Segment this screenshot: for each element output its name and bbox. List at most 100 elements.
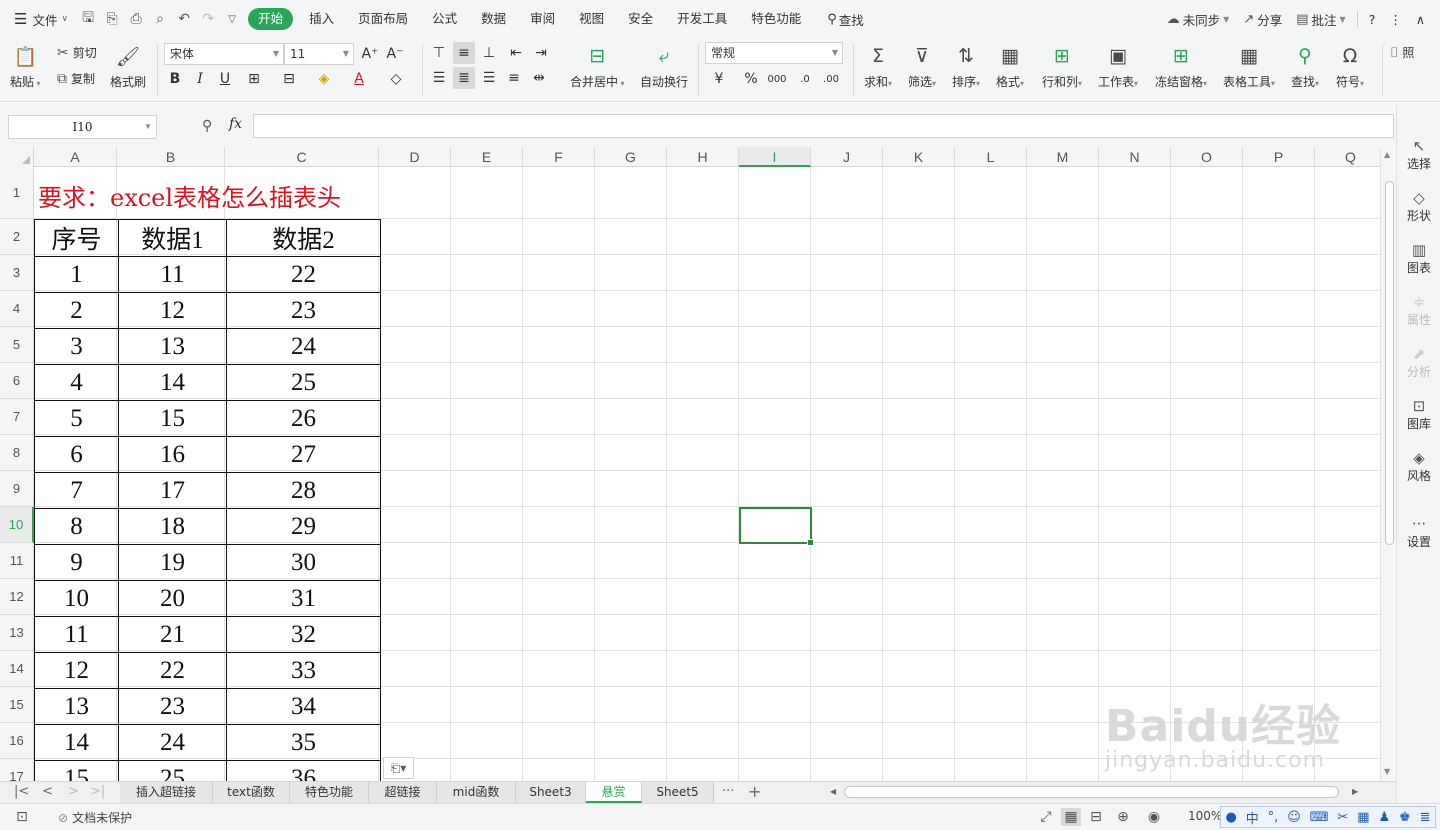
paste-options-icon[interactable]: ⎗▾	[383, 757, 414, 779]
table-cell[interactable]: 18	[118, 508, 227, 545]
column-header-g[interactable]: G	[595, 147, 667, 167]
font-name-select[interactable]: 宋体 ▼	[164, 43, 284, 65]
sheet-tab[interactable]: text函数	[213, 782, 290, 803]
increase-decimal-icon[interactable]: .0	[794, 68, 816, 90]
row-header-9[interactable]: 9	[0, 471, 34, 507]
row-header-13[interactable]: 13	[0, 615, 34, 651]
distributed-icon[interactable]: ⇹	[528, 67, 550, 89]
help-button[interactable]: ?	[1362, 12, 1383, 27]
first-sheet-icon[interactable]: |<	[14, 784, 29, 799]
column-header-d[interactable]: D	[379, 147, 451, 167]
tab-security[interactable]: 安全	[616, 0, 665, 38]
sort-button[interactable]: ⇅ 排序▾	[952, 42, 980, 90]
zoom-level[interactable]: 100%	[1188, 809, 1222, 823]
format-button[interactable]: ▦ 格式▾	[996, 42, 1024, 90]
tab-view[interactable]: 视图	[567, 0, 616, 38]
table-cell[interactable]: 15	[118, 400, 227, 437]
table-cell[interactable]: 24	[226, 328, 381, 365]
ime-toolbar[interactable]: ● 中 °, ☺ ⌨ ✂ ▦ ♟ ♚ ≣	[1220, 806, 1436, 828]
file-menu[interactable]: ☰ 文件 ∨	[0, 10, 76, 29]
tab-formulas[interactable]: 公式	[420, 0, 469, 38]
font-color-icon[interactable]: A	[348, 68, 370, 90]
italic-icon[interactable]: I	[189, 68, 211, 90]
scroll-down-arrow-icon[interactable]: ▼	[1384, 767, 1390, 776]
sidebar-item-style[interactable]: ◈ 风格	[1397, 449, 1440, 484]
table-cell[interactable]: 10	[34, 580, 119, 617]
scroll-up-arrow-icon[interactable]: ▲	[1384, 150, 1390, 159]
align-center-icon[interactable]: ≣	[453, 67, 475, 89]
row-header-12[interactable]: 12	[0, 579, 34, 615]
table-cell[interactable]: 14	[34, 724, 119, 761]
find-button[interactable]: ⚲ 查找▾	[1291, 42, 1319, 90]
table-cell[interactable]: 23	[118, 688, 227, 725]
underline-icon[interactable]: U	[214, 68, 236, 90]
table-cell[interactable]: 11	[34, 616, 119, 653]
wrap-text-button[interactable]: ⤶ 自动换行	[640, 42, 688, 90]
last-sheet-icon[interactable]: >|	[90, 784, 105, 799]
sidebar-item-chart[interactable]: ▥ 图表	[1397, 241, 1440, 276]
table-cell[interactable]: 17	[118, 472, 227, 509]
sidebar-item-select[interactable]: ↖ 选择	[1397, 137, 1440, 172]
font-shrink-icon[interactable]: A⁻	[384, 43, 406, 65]
row-header-4[interactable]: 4	[0, 291, 34, 327]
sidebar-item-shapes[interactable]: ◇ 形状	[1397, 189, 1440, 224]
scroll-right-arrow-icon[interactable]: ▶	[1352, 787, 1358, 796]
search-command[interactable]: ⚲ 查找	[813, 10, 864, 29]
copy-button[interactable]: ⧉ 复制	[57, 70, 95, 87]
formula-input[interactable]	[253, 114, 1394, 138]
customize-chevron-icon[interactable]: ▽	[220, 7, 244, 31]
number-format-select[interactable]: 常规 ▼	[705, 42, 843, 64]
insert-function-button[interactable]: fx	[229, 116, 242, 132]
table-cell[interactable]: 29	[226, 508, 381, 545]
table-cell[interactable]: 25	[226, 364, 381, 401]
row-header-1[interactable]: 1	[0, 167, 34, 219]
row-header-7[interactable]: 7	[0, 399, 34, 435]
table-cell[interactable]: 13	[34, 688, 119, 725]
more-button[interactable]: ⋮	[1382, 12, 1409, 27]
align-right-icon[interactable]: ☰	[478, 67, 500, 89]
selected-cell-i10[interactable]	[739, 507, 814, 546]
sum-button[interactable]: Σ 求和▾	[864, 42, 892, 90]
table-tools-button[interactable]: ▦ 表格工具▾	[1223, 42, 1275, 90]
sheet-tab[interactable]: Sheet5	[642, 782, 714, 803]
table-cell[interactable]: 30	[226, 544, 381, 581]
table-cell[interactable]: 23	[226, 292, 381, 329]
symbol-button[interactable]: Ω 符号▾	[1336, 42, 1364, 90]
table-cell[interactable]: 22	[226, 256, 381, 293]
column-header-e[interactable]: E	[451, 147, 523, 167]
table-cell[interactable]: 19	[118, 544, 227, 581]
tab-data[interactable]: 数据	[469, 0, 518, 38]
table-cell[interactable]: 1	[34, 256, 119, 293]
table-cell[interactable]: 7	[34, 472, 119, 509]
table-cell[interactable]: 24	[118, 724, 227, 761]
column-header-k[interactable]: K	[883, 147, 955, 167]
sheet-tab[interactable]: 超链接	[369, 782, 437, 803]
prev-sheet-icon[interactable]: <	[42, 784, 53, 799]
table-cell[interactable]: 5	[34, 400, 119, 437]
column-header-i[interactable]: I	[739, 147, 811, 167]
align-middle-icon[interactable]: ≡	[453, 42, 475, 64]
share-button[interactable]: ↗ 分享	[1236, 10, 1289, 29]
scrollbar-thumb[interactable]	[1385, 181, 1394, 545]
table-cell[interactable]: 28	[226, 472, 381, 509]
border-icon[interactable]: ⊞	[243, 68, 265, 90]
column-header-c[interactable]: C	[225, 147, 379, 167]
table-cell[interactable]: 11	[118, 256, 227, 293]
table-cell[interactable]: 2	[34, 292, 119, 329]
zoom-formula-icon[interactable]: ⚲	[202, 118, 212, 134]
table-cell[interactable]: 26	[226, 400, 381, 437]
align-bottom-icon[interactable]: ⊥	[478, 42, 500, 64]
row-header-14[interactable]: 14	[0, 651, 34, 687]
column-header-n[interactable]: N	[1099, 147, 1171, 167]
table-cell[interactable]: 6	[34, 436, 119, 473]
photo-button[interactable]: ⌷ 照	[1390, 44, 1414, 61]
percent-icon[interactable]: %	[740, 68, 762, 90]
column-header-o[interactable]: O	[1171, 147, 1243, 167]
tab-insert[interactable]: 插入	[297, 0, 346, 38]
table-cell[interactable]: 33	[226, 652, 381, 689]
row-header-16[interactable]: 16	[0, 723, 34, 759]
table-header-cell[interactable]: 数据2	[226, 219, 381, 257]
table-cell[interactable]: 36	[226, 760, 381, 781]
column-header-f[interactable]: F	[523, 147, 595, 167]
sidebar-item-properties[interactable]: ≑ 属性	[1397, 293, 1440, 328]
